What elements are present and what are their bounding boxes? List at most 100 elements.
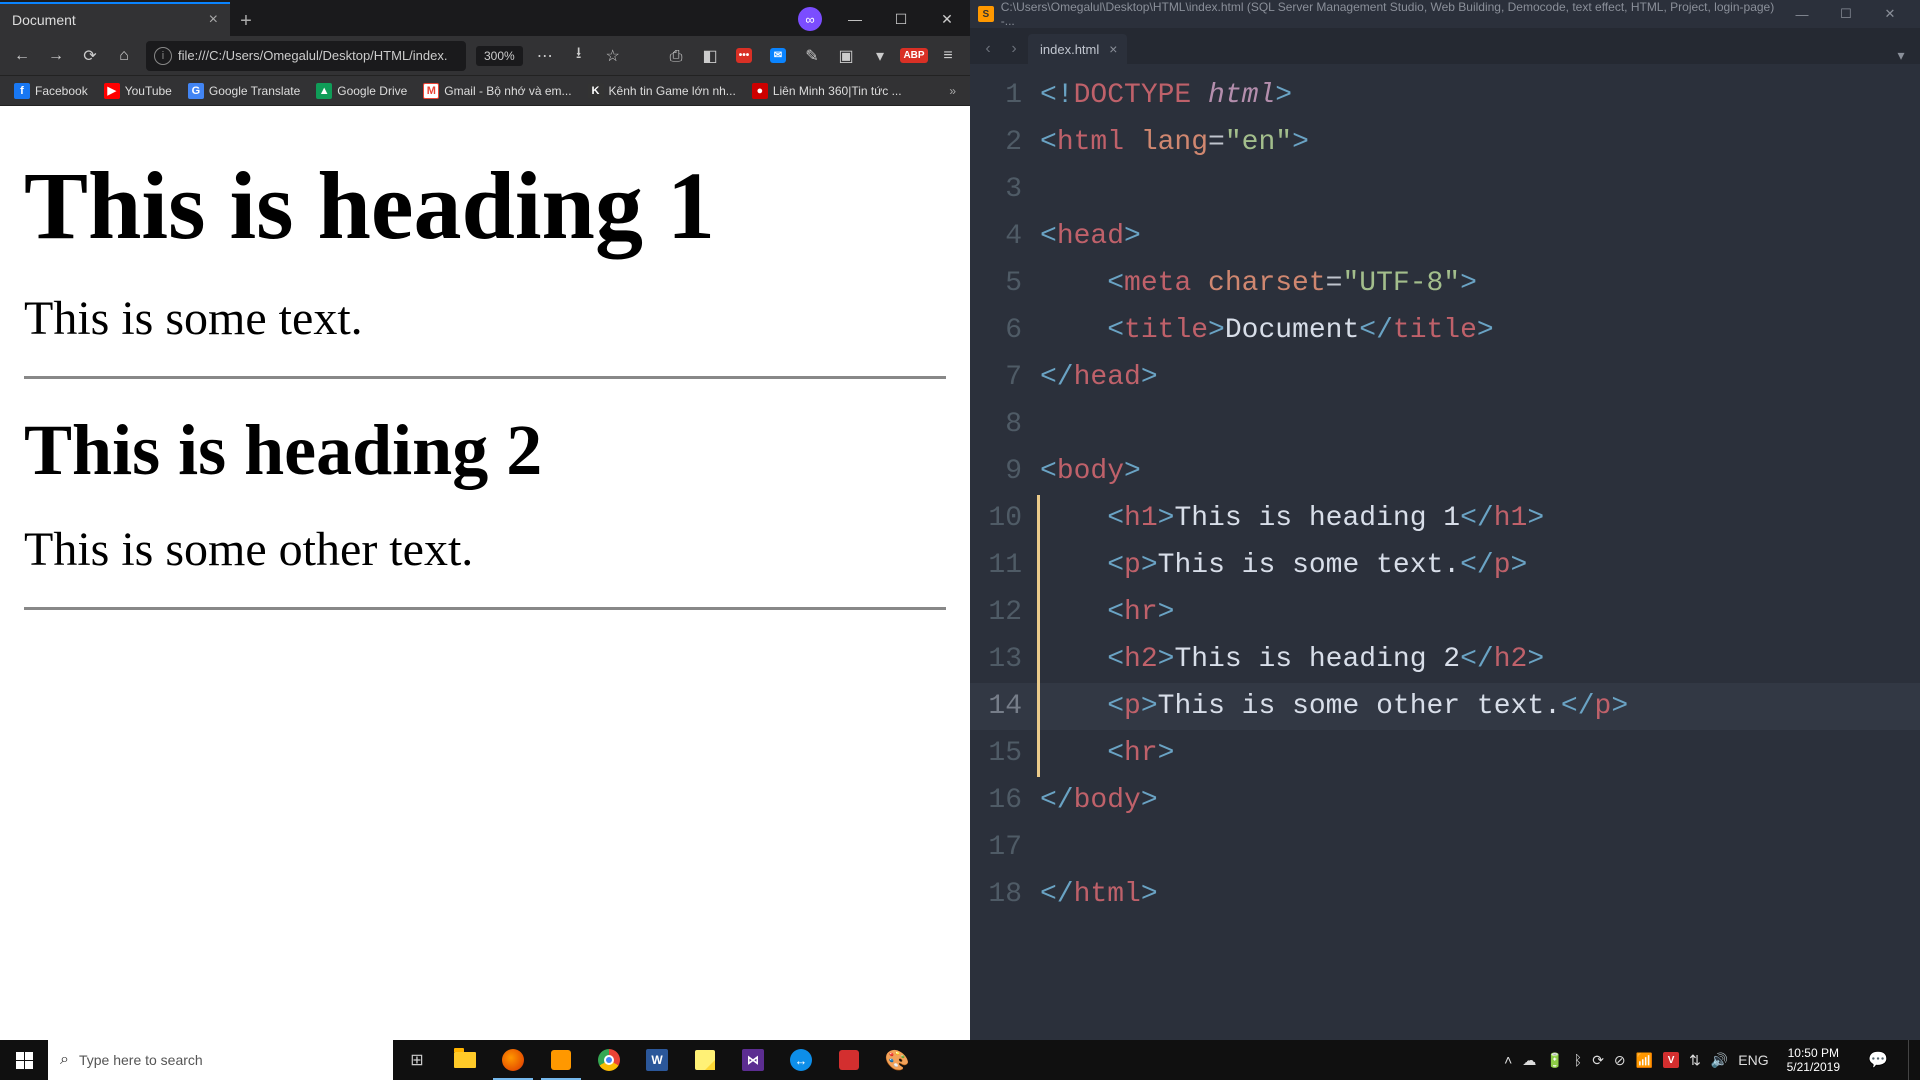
page-info-icon[interactable]: i	[154, 47, 172, 65]
forward-button[interactable]: →	[40, 40, 72, 72]
bookmark-label: Google Drive	[337, 84, 407, 98]
home-button[interactable]: ⌂	[108, 40, 140, 72]
chrome-taskbar-button[interactable]	[585, 1040, 633, 1080]
eyedropper-icon[interactable]: ✎	[796, 40, 828, 72]
sublime-tabstrip: ‹ › index.html × ▾	[970, 28, 1920, 64]
taskbar-clock[interactable]: 10:50 PM 5/21/2019	[1787, 1046, 1840, 1074]
bluetooth-icon[interactable]: ᛒ	[1574, 1052, 1582, 1068]
back-button[interactable]: ←	[6, 40, 38, 72]
page-p1: This is some text.	[24, 291, 946, 346]
sync-icon[interactable]: ⟳	[1592, 1052, 1604, 1069]
screenshot-icon[interactable]: ▣	[830, 40, 862, 72]
line-number-gutter: 1234 5678 91011 121314 15161718	[970, 72, 1040, 1040]
network-icon[interactable]: 📶	[1636, 1052, 1653, 1069]
bookmark-item[interactable]: GGoogle Translate	[182, 80, 306, 102]
security-icon[interactable]: ⊘	[1614, 1052, 1626, 1069]
bookmark-item[interactable]: KKênh tin Game lớn nh...	[582, 80, 742, 102]
bookmark-favicon: ▶	[104, 83, 120, 99]
close-button[interactable]: ✕	[924, 2, 970, 36]
firefox-toolbar: ← → ⟳ ⌂ i file:///C:/Users/Omegalul/Desk…	[0, 36, 970, 76]
page-actions-button[interactable]: ⋯	[529, 40, 561, 72]
garena-button[interactable]	[825, 1040, 873, 1080]
visual-studio-icon: ⋈	[742, 1049, 764, 1071]
bookmark-star-icon[interactable]: ☆	[597, 40, 629, 72]
teamviewer-button[interactable]: ↔	[777, 1040, 825, 1080]
start-button[interactable]	[0, 1040, 48, 1080]
sublime-tab-close-icon[interactable]: ×	[1109, 41, 1117, 57]
paint-button[interactable]: 🎨	[873, 1040, 921, 1080]
bookmark-favicon: ▲	[316, 83, 332, 99]
sublime-app-icon: S	[978, 6, 994, 22]
bookmark-label: Gmail - Bộ nhớ và em...	[444, 84, 571, 98]
sticky-notes-icon	[695, 1050, 715, 1070]
word-taskbar-button[interactable]: W	[633, 1040, 681, 1080]
word-icon: W	[646, 1049, 668, 1071]
search-icon: ⌕	[60, 1051, 69, 1069]
bookmark-favicon: G	[188, 83, 204, 99]
bookmark-item[interactable]: fFacebook	[8, 80, 94, 102]
bookmark-item[interactable]: M Gmail - Bộ nhớ và em...	[417, 80, 577, 102]
bookmark-label: Kênh tin Game lớn nh...	[609, 84, 736, 98]
mail-icon[interactable]: ✉	[762, 40, 794, 72]
bookmark-item[interactable]: ●Liên Minh 360|Tin tức ...	[746, 80, 908, 102]
file-explorer-button[interactable]	[441, 1040, 489, 1080]
url-text: file:///C:/Users/Omegalul/Desktop/HTML/i…	[178, 48, 447, 63]
page-h2: This is heading 2	[24, 409, 946, 492]
bookmark-item[interactable]: ▲ Google Drive	[310, 80, 413, 102]
sublime-maximize-button[interactable]: ☐	[1824, 0, 1868, 28]
pocket-icon[interactable]: ▾	[864, 40, 896, 72]
visual-studio-button[interactable]: ⋈	[729, 1040, 777, 1080]
firefox-taskbar-button[interactable]	[489, 1040, 537, 1080]
onedrive-icon[interactable]: ☁	[1522, 1052, 1536, 1069]
taskbar-search-box[interactable]: ⌕ Type here to search	[48, 1040, 393, 1080]
battery-icon[interactable]: 🔋	[1546, 1052, 1563, 1069]
tray-overflow-icon[interactable]: ˄	[1504, 1052, 1512, 1068]
sublime-taskbar-button[interactable]	[537, 1040, 585, 1080]
action-center-button[interactable]: 💬	[1858, 1050, 1898, 1070]
sticky-notes-button[interactable]	[681, 1040, 729, 1080]
bookmark-favicon: M	[423, 83, 439, 99]
antivirus-icon[interactable]: V	[1663, 1052, 1679, 1068]
sublime-close-button[interactable]: ✕	[1868, 0, 1912, 28]
firefox-account-icon[interactable]: ∞	[798, 7, 822, 31]
tab-next-icon[interactable]: ›	[1002, 34, 1026, 64]
lastpass-icon[interactable]: •••	[728, 40, 760, 72]
firefox-icon	[502, 1049, 524, 1071]
task-view-button[interactable]: ⊞	[393, 1040, 441, 1080]
page-hr2	[24, 607, 946, 610]
library-icon[interactable]: ⎙	[660, 40, 692, 72]
sidebar-icon[interactable]: ◧	[694, 40, 726, 72]
tab-close-icon[interactable]: ×	[209, 11, 218, 29]
download-icon[interactable]: ⭳	[563, 40, 595, 72]
show-desktop-button[interactable]	[1908, 1040, 1914, 1080]
firefox-window-controls: ∞ — ☐ ✕	[798, 2, 970, 36]
address-bar[interactable]: i file:///C:/Users/Omegalul/Desktop/HTML…	[146, 41, 466, 71]
firefox-tab-active[interactable]: Document ×	[0, 2, 230, 36]
abp-icon[interactable]: ABP	[898, 40, 930, 72]
taskbar-apps: ⊞ W ⋈ ↔ 🎨	[393, 1040, 921, 1080]
sublime-minimize-button[interactable]: —	[1780, 0, 1824, 28]
search-placeholder: Type here to search	[79, 1052, 203, 1068]
bookmarks-overflow-icon[interactable]: »	[943, 84, 962, 98]
zoom-indicator[interactable]: 300%	[476, 46, 523, 66]
tab-prev-icon[interactable]: ‹	[976, 34, 1000, 64]
language-indicator[interactable]: ENG	[1738, 1052, 1768, 1068]
minimize-button[interactable]: —	[832, 2, 878, 36]
maximize-button[interactable]: ☐	[878, 2, 924, 36]
new-tab-button[interactable]: +	[230, 6, 262, 36]
system-tray: ˄ ☁ 🔋 ᛒ ⟳ ⊘ 📶 V ⇅ 🔊 ENG 10:50 PM 5/21/20…	[1504, 1040, 1920, 1080]
bookmark-favicon: f	[14, 83, 30, 99]
menu-button[interactable]: ≡	[932, 40, 964, 72]
volume-icon[interactable]: 🔊	[1711, 1052, 1728, 1069]
page-h1: This is heading 1	[24, 150, 946, 261]
bookmark-item[interactable]: ▶YouTube	[98, 80, 178, 102]
sublime-tab-active[interactable]: index.html ×	[1028, 34, 1127, 64]
teamviewer-icon: ↔	[790, 1049, 812, 1071]
tab-overflow-icon[interactable]: ▾	[1888, 47, 1914, 64]
wifi-icon[interactable]: ⇅	[1689, 1052, 1701, 1069]
reload-button[interactable]: ⟳	[74, 40, 106, 72]
code-editor[interactable]: 1234 5678 91011 121314 15161718 <!DOCTYP…	[970, 64, 1920, 1040]
clock-time: 10:50 PM	[1787, 1046, 1840, 1060]
firefox-window: Document × + ∞ — ☐ ✕ ← → ⟳ ⌂ i file:///C…	[0, 0, 970, 1040]
windows-taskbar: ⌕ Type here to search ⊞ W ⋈ ↔ 🎨 ˄ ☁ 🔋 ᛒ …	[0, 1040, 1920, 1080]
